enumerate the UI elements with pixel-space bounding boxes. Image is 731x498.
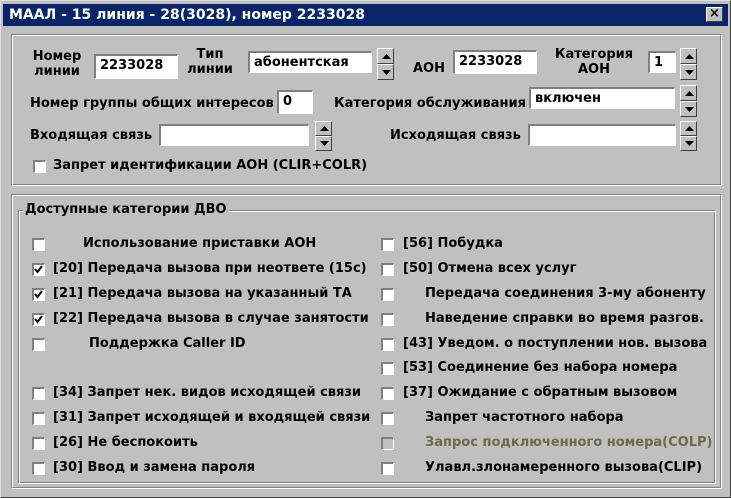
dvo-left-checkbox[interactable] xyxy=(32,238,45,251)
dvo-right-checkbox[interactable] xyxy=(381,238,394,251)
dvo-left-checkbox[interactable] xyxy=(32,437,45,450)
spin-up-button[interactable] xyxy=(680,121,697,136)
group-label: Номер группы общих интересов xyxy=(30,96,274,111)
window-title: МААЛ - 15 линия - 28(3028), номер 223302… xyxy=(9,7,365,23)
spin-up-button[interactable] xyxy=(680,85,697,101)
close-button[interactable]: × xyxy=(706,7,723,22)
arrow-down-icon xyxy=(685,70,694,75)
dvo-right-label: Запрос подключенного номера(COLP) xyxy=(425,435,713,450)
dvo-right-checkbox[interactable] xyxy=(381,338,394,351)
line-type-label-line2: линии xyxy=(187,62,233,77)
line-number-label-line2: линии xyxy=(34,64,80,79)
dvo-group-title: Доступные категории ДВО xyxy=(23,202,229,217)
close-icon: × xyxy=(709,6,720,21)
dvo-right-label: [43] Уведом. о поступлении нов. вызова xyxy=(403,336,708,351)
dvo-right-checkbox[interactable] xyxy=(381,362,394,375)
spin-down-button[interactable] xyxy=(680,136,697,151)
checkmark-icon xyxy=(34,265,43,274)
aon-category-label-line2: АОН xyxy=(578,62,610,77)
dvo-left-checkbox[interactable] xyxy=(32,338,45,351)
dvo-left-label: Поддержка Caller ID xyxy=(89,336,246,351)
line-type-spinner[interactable] xyxy=(377,48,394,80)
spin-up-button[interactable] xyxy=(377,48,394,64)
aon-category-label-line1: Категория xyxy=(554,47,634,62)
group-field[interactable]: 0 xyxy=(277,90,313,114)
incoming-spinner[interactable] xyxy=(315,121,332,151)
arrow-up-icon xyxy=(685,126,694,131)
dvo-left-label: [30] Ввод и замена пароля xyxy=(53,460,256,475)
dvo-right-label: [50] Отмена всех услуг xyxy=(403,261,577,276)
dvo-left-label: [31] Запрет исходящей и входящей связи xyxy=(53,410,371,425)
dvo-right-checkbox xyxy=(381,437,394,450)
aon-category-spinner[interactable] xyxy=(680,48,697,80)
spin-down-button[interactable] xyxy=(680,64,697,80)
aon-category-label: Категория АОН xyxy=(554,47,634,77)
outgoing-field[interactable] xyxy=(528,124,676,146)
clir-label: Запрет идентификации АОН (CLIR+COLR) xyxy=(53,158,368,173)
dvo-left-label: [26] Не беспокоить xyxy=(53,435,198,450)
dvo-right-checkbox[interactable] xyxy=(381,387,394,400)
dvo-left-label: [22] Передача вызова в случае занятости xyxy=(53,311,369,326)
app-window: МААЛ - 15 линия - 28(3028), номер 223302… xyxy=(0,0,731,498)
arrow-down-icon xyxy=(382,70,391,75)
clir-checkbox[interactable] xyxy=(33,160,46,173)
dvo-left-checkbox[interactable] xyxy=(32,412,45,425)
dvo-left-checkbox[interactable] xyxy=(32,263,45,276)
dvo-right-checkbox[interactable] xyxy=(381,412,394,425)
line-type-label-line1: Тип xyxy=(196,47,224,62)
incoming-label: Входящая связь xyxy=(30,128,153,143)
spin-up-button[interactable] xyxy=(680,48,697,64)
line-number-label: Номер линии xyxy=(25,49,89,79)
dvo-left-checkbox[interactable] xyxy=(32,387,45,400)
dvo-right-label: [56] Побудка xyxy=(403,236,503,251)
title-bar[interactable]: МААЛ - 15 линия - 28(3028), номер 223302… xyxy=(3,4,728,26)
dvo-left-label: [21] Передача вызова на указанный ТА xyxy=(53,286,352,301)
outgoing-label: Исходящая связь xyxy=(390,128,521,143)
aon-field[interactable]: 2233028 xyxy=(453,50,537,74)
checkmark-icon xyxy=(34,290,43,299)
dvo-right-label: Передача соединения 3-му абоненту xyxy=(425,286,706,301)
outgoing-spinner[interactable] xyxy=(680,121,697,151)
dvo-right-label: [53] Соединение без набора номера xyxy=(403,360,678,375)
arrow-down-icon xyxy=(685,107,694,112)
dvo-left-label: [20] Передача вызова при неответе (15с) xyxy=(53,261,367,276)
spin-down-button[interactable] xyxy=(680,101,697,117)
service-category-label: Категория обслуживания xyxy=(334,96,526,111)
dvo-right-label: [37] Ожидание с обратным вызовом xyxy=(403,385,678,400)
line-type-field[interactable]: абонентская xyxy=(248,51,372,73)
line-number-field[interactable]: 2233028 xyxy=(94,54,178,79)
dvo-right-checkbox[interactable] xyxy=(381,313,394,326)
dvo-left-checkbox[interactable] xyxy=(32,462,45,475)
dvo-right-label: Наведение справки во время разгов. xyxy=(425,311,704,326)
arrow-down-icon xyxy=(320,141,329,146)
line-number-label-line1: Номер xyxy=(32,49,82,64)
line-type-label: Тип линии xyxy=(184,47,236,77)
aon-label: АОН xyxy=(413,61,445,76)
arrow-up-icon xyxy=(685,54,694,59)
arrow-down-icon xyxy=(685,141,694,146)
dvo-right-label: Улавл.злонамеренного вызова(CLIP) xyxy=(425,460,703,475)
service-category-field[interactable]: включен xyxy=(529,87,675,109)
arrow-up-icon xyxy=(685,91,694,96)
dvo-right-label: Запрет частотного набора xyxy=(425,410,624,425)
aon-category-field[interactable]: 1 xyxy=(648,51,676,73)
dvo-left-checkbox[interactable] xyxy=(32,288,45,301)
dvo-right-checkbox[interactable] xyxy=(381,263,394,276)
spin-up-button[interactable] xyxy=(315,121,332,136)
spin-down-button[interactable] xyxy=(377,64,394,80)
arrow-up-icon xyxy=(320,126,329,131)
dvo-left-checkbox[interactable] xyxy=(32,313,45,326)
spin-down-button[interactable] xyxy=(315,136,332,151)
incoming-field[interactable] xyxy=(159,124,309,146)
checkmark-icon xyxy=(34,315,43,324)
dvo-right-checkbox[interactable] xyxy=(381,462,394,475)
arrow-up-icon xyxy=(382,54,391,59)
dvo-left-label: [34] Запрет нек. видов исходящей связи xyxy=(53,385,362,400)
service-category-spinner[interactable] xyxy=(680,85,697,117)
dvo-left-label: Использование приставки АОН xyxy=(83,236,317,251)
dvo-right-checkbox[interactable] xyxy=(381,288,394,301)
